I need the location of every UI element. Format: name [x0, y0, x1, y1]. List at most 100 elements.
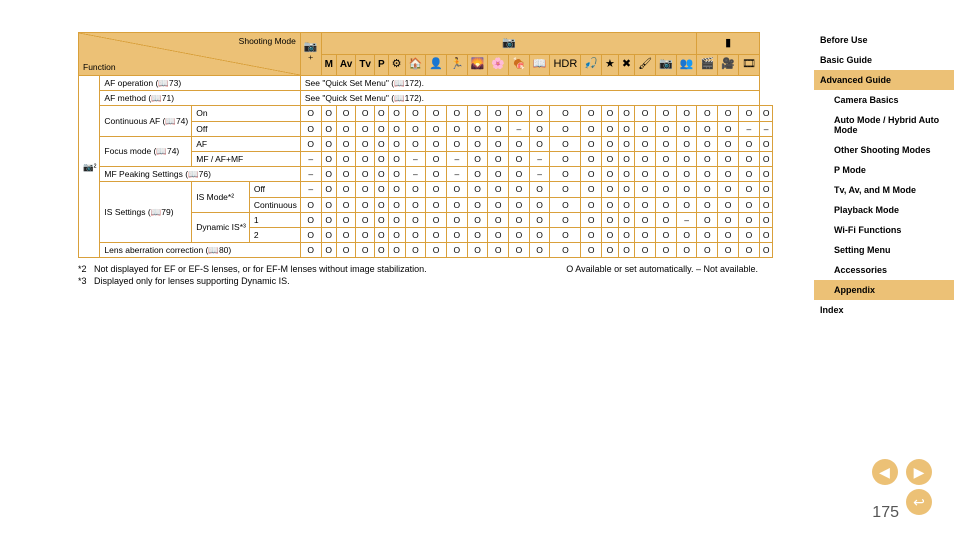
cell: O	[635, 167, 656, 182]
mode-header-11: 🍖	[509, 54, 530, 76]
cell: –	[446, 151, 467, 166]
cell: O	[618, 227, 634, 242]
cell: O	[550, 243, 581, 258]
cell: O	[321, 121, 336, 136]
cell: O	[602, 106, 619, 121]
cell: O	[759, 212, 773, 227]
cell: O	[356, 167, 375, 182]
cell: O	[550, 197, 581, 212]
mode-group-movie: ▮	[697, 33, 759, 55]
cell: O	[581, 243, 602, 258]
mode-header-10: 🌸	[488, 54, 509, 76]
cell: O	[388, 106, 405, 121]
nav-item[interactable]: P Mode	[814, 160, 954, 180]
cell: O	[321, 106, 336, 121]
cell: O	[618, 212, 634, 227]
row-group: Focus mode (📖74)	[100, 136, 192, 166]
cell: O	[759, 106, 773, 121]
cell: O	[718, 106, 739, 121]
nav-item[interactable]: Other Shooting Modes	[814, 140, 954, 160]
cell: O	[336, 197, 355, 212]
cell: O	[509, 136, 530, 151]
nav-item[interactable]: Wi-Fi Functions	[814, 220, 954, 240]
cell: O	[467, 121, 488, 136]
cell: O	[676, 136, 697, 151]
prev-page-button[interactable]: ◀	[872, 459, 898, 485]
row-sublabel: 2	[249, 227, 300, 242]
cell: O	[718, 136, 739, 151]
cell: O	[697, 182, 718, 197]
nav-item[interactable]: Basic Guide	[814, 50, 954, 70]
cell: O	[676, 151, 697, 166]
cell: O	[488, 212, 509, 227]
cell: O	[426, 212, 447, 227]
cell: O	[321, 151, 336, 166]
mode-header-15: ★	[602, 54, 619, 76]
mode-header-18: 📷	[656, 54, 677, 76]
cell: O	[388, 167, 405, 182]
return-button[interactable]: ↩	[906, 489, 932, 515]
mode-header-2: Av	[336, 54, 355, 76]
nav-item[interactable]: Accessories	[814, 260, 954, 280]
row-group: Continuous AF (📖74)	[100, 106, 192, 136]
mode-header-0: 📷⁺	[300, 33, 321, 76]
mode-header-8: 🏃	[446, 54, 467, 76]
cell: O	[550, 182, 581, 197]
cell: O	[618, 197, 634, 212]
cell: O	[405, 212, 426, 227]
cell: –	[509, 121, 530, 136]
cell: O	[488, 136, 509, 151]
cell: O	[509, 106, 530, 121]
cell: O	[602, 121, 619, 136]
cell: O	[388, 212, 405, 227]
cell: O	[467, 212, 488, 227]
cell: O	[718, 151, 739, 166]
cell: O	[336, 227, 355, 242]
mode-header-6: 🏠	[405, 54, 426, 76]
cell: O	[697, 243, 718, 258]
cell: O	[718, 243, 739, 258]
cell: O	[300, 106, 321, 121]
cell: O	[321, 197, 336, 212]
cell: O	[321, 227, 336, 242]
cell: O	[336, 136, 355, 151]
nav-item[interactable]: Setting Menu	[814, 240, 954, 260]
nav-item[interactable]: Before Use	[814, 30, 954, 50]
cell: O	[375, 167, 389, 182]
nav-item[interactable]: Playback Mode	[814, 200, 954, 220]
cell: O	[336, 167, 355, 182]
nav-item[interactable]: Appendix	[814, 280, 954, 300]
function-table: FunctionShooting Mode📷⁺📷▮MAvTvP⚙🏠👤🏃🌄🌸🍖📖H…	[78, 32, 773, 258]
cell: O	[697, 136, 718, 151]
cell: O	[375, 182, 389, 197]
nav-item[interactable]: Camera Basics	[814, 90, 954, 110]
nav-item[interactable]: Index	[814, 300, 954, 320]
cell: O	[375, 151, 389, 166]
nav-item[interactable]: Auto Mode / Hybrid Auto Mode	[814, 110, 954, 140]
cell: O	[446, 227, 467, 242]
cell: O	[697, 121, 718, 136]
cell: O	[618, 136, 634, 151]
cell: O	[738, 182, 759, 197]
cell: O	[676, 121, 697, 136]
cell: O	[635, 106, 656, 121]
cell: O	[718, 182, 739, 197]
nav-item[interactable]: Tv, Av, and M Mode	[814, 180, 954, 200]
next-page-button[interactable]: ▶	[906, 459, 932, 485]
cell: O	[467, 182, 488, 197]
mode-header-14: 🎣	[581, 54, 602, 76]
cell: O	[618, 121, 634, 136]
nav-item[interactable]: Advanced Guide	[814, 70, 954, 90]
cell: O	[529, 136, 550, 151]
cell: O	[356, 121, 375, 136]
cell: O	[467, 151, 488, 166]
cell: –	[738, 121, 759, 136]
cell: O	[581, 227, 602, 242]
row-group: IS Settings (📖79)	[100, 182, 192, 243]
cell: O	[467, 197, 488, 212]
see-reference: See "Quick Set Menu" (📖172).	[300, 76, 759, 91]
cell: O	[321, 212, 336, 227]
cell: O	[618, 151, 634, 166]
cell: –	[300, 151, 321, 166]
cell: O	[488, 227, 509, 242]
